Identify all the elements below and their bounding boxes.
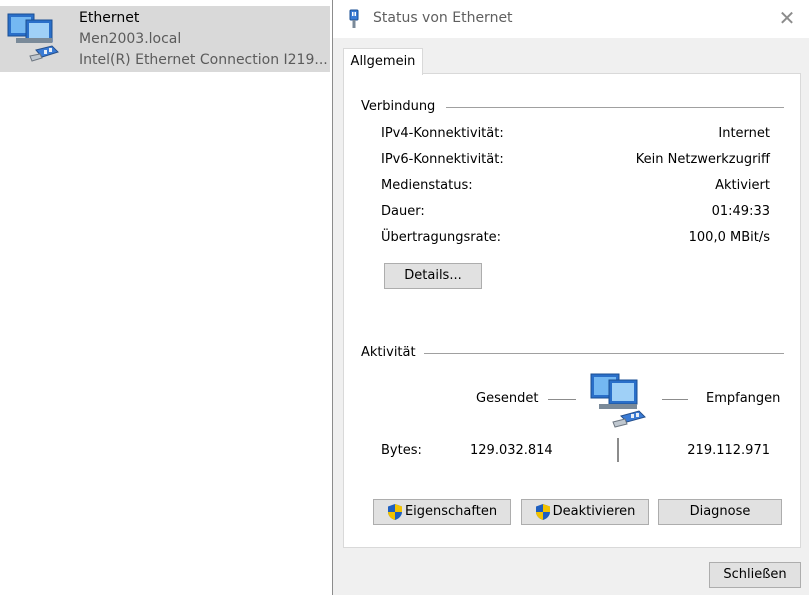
tab-allgemein[interactable]: Allgemein	[343, 48, 423, 75]
sent-label: Gesendet	[476, 391, 539, 406]
received-label: Empfangen	[706, 391, 781, 406]
close-button[interactable]: Schließen	[709, 562, 801, 588]
row-value-ipv4: Internet	[718, 126, 770, 141]
group-label-connection: Verbindung	[361, 99, 436, 114]
sent-connector-line	[548, 399, 576, 400]
group-label-activity: Aktivität	[361, 345, 416, 360]
adapter-device: Intel(R) Ethernet Connection I219...	[79, 52, 328, 68]
network-adapter-icon	[7, 13, 59, 62]
row-label-ipv4: IPv4-Konnektivität:	[381, 126, 504, 141]
activity-divider	[617, 438, 619, 462]
row-label-speed: Übertragungsrate:	[381, 230, 502, 245]
disable-button[interactable]: Deaktivieren	[521, 499, 649, 525]
adapter-ethernet[interactable]: Ethernet Men2003.local Intel(R) Ethernet…	[0, 6, 330, 72]
row-label-media-status: Medienstatus:	[381, 178, 473, 193]
group-divider	[446, 107, 784, 108]
bytes-sent-value: 129.032.814	[470, 443, 553, 458]
diagnose-button[interactable]: Diagnose	[658, 499, 782, 525]
row-value-duration: 01:49:33	[711, 204, 770, 219]
properties-button-label: Eigenschaften	[404, 504, 498, 519]
close-icon[interactable]: ✕	[775, 6, 799, 30]
status-dialog: Status von Ethernet ✕ Allgemein Verbindu…	[332, 0, 809, 595]
row-label-duration: Dauer:	[381, 204, 425, 219]
group-divider	[424, 353, 784, 354]
bytes-received-value: 219.112.971	[687, 443, 770, 458]
bytes-label: Bytes:	[381, 443, 422, 458]
row-value-speed: 100,0 MBit/s	[688, 230, 770, 245]
received-connector-line	[662, 399, 688, 400]
network-plug-icon	[349, 9, 359, 28]
row-value-media-status: Aktiviert	[715, 178, 770, 193]
uac-shield-icon	[387, 504, 402, 520]
disable-button-label: Deaktivieren	[552, 504, 636, 519]
properties-button[interactable]: Eigenschaften	[373, 499, 511, 525]
network-activity-icon	[590, 373, 646, 428]
row-label-ipv6: IPv6-Konnektivität:	[381, 152, 504, 167]
tab-panel-allgemein: Verbindung IPv4-Konnektivität: Internet …	[343, 73, 801, 548]
dialog-titlebar: Status von Ethernet ✕	[333, 0, 809, 38]
uac-shield-icon	[535, 504, 550, 520]
adapter-name: Ethernet	[79, 10, 140, 26]
adapter-domain: Men2003.local	[79, 31, 182, 47]
dialog-title: Status von Ethernet	[373, 10, 513, 26]
details-button[interactable]: Details...	[384, 263, 482, 289]
row-value-ipv6: Kein Netzwerkzugriff	[635, 152, 770, 167]
